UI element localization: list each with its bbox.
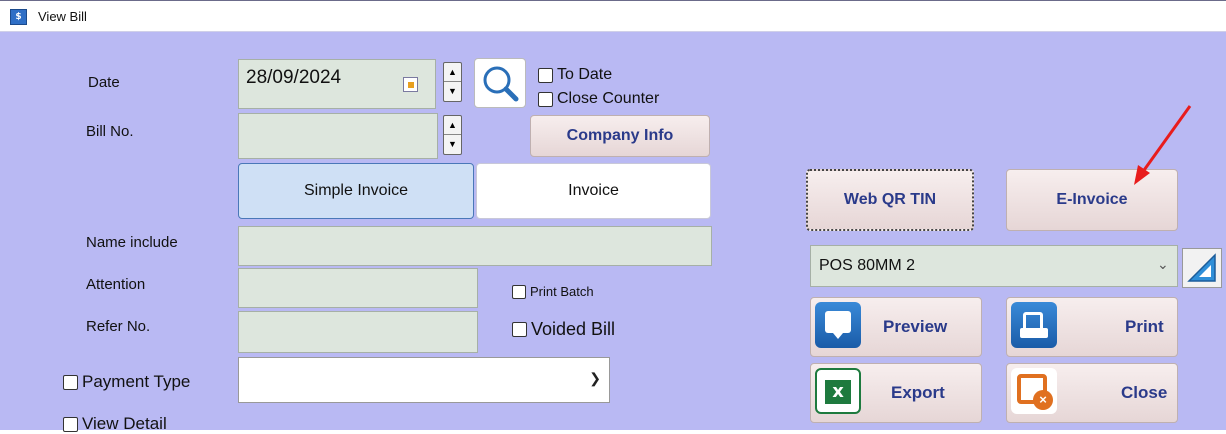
tab-invoice[interactable]: Invoice (476, 163, 711, 219)
export-button[interactable]: x Export (810, 363, 982, 423)
voided-bill-label: Voided Bill (531, 319, 616, 339)
refer-no-label: Refer No. (86, 318, 151, 335)
chevron-down-icon[interactable]: ❯ (589, 370, 601, 387)
chevron-up-icon[interactable]: ▲ (444, 63, 461, 82)
view-detail-label: View Detail (82, 414, 167, 433)
export-label: Export (891, 383, 945, 402)
name-include-input[interactable] (238, 226, 712, 266)
red-arrow-annotation (1134, 105, 1192, 185)
bill-no-spinner[interactable]: ▲ ▼ (443, 115, 462, 155)
bill-icon: $ (10, 9, 27, 25)
chevron-up-icon[interactable]: ▲ (444, 116, 461, 135)
view-bill-window: $ View Bill Date 28/09/2024 ▲ ▼ To Date … (0, 0, 1226, 433)
refer-no-input[interactable] (238, 311, 478, 353)
web-qr-tin-button[interactable]: Web QR TIN (806, 169, 974, 231)
close-icon: × (1011, 368, 1057, 414)
chevron-down-icon[interactable]: ▼ (444, 82, 461, 101)
chevron-down-icon[interactable]: ⌄ (1157, 256, 1169, 273)
date-value: 28/09/2024 (246, 67, 342, 88)
preview-button[interactable]: Preview (810, 297, 982, 357)
to-date-label: To Date (557, 66, 613, 83)
excel-icon: x (815, 368, 861, 414)
set-square-icon (1187, 253, 1216, 282)
checkbox-box[interactable] (63, 374, 78, 390)
close-counter-label: Close Counter (557, 90, 660, 107)
printer-icon (1011, 302, 1057, 348)
print-label: Print (1125, 317, 1164, 336)
printer-select-value: POS 80MM 2 (819, 257, 916, 274)
print-button[interactable]: Print (1006, 297, 1178, 357)
checkbox-box[interactable] (63, 416, 78, 432)
view-detail-checkbox[interactable]: View Detail (63, 414, 167, 434)
company-info-button[interactable]: Company Info (530, 115, 710, 157)
printer-setup-button[interactable] (1182, 248, 1222, 288)
voided-bill-checkbox[interactable]: Voided Bill (512, 319, 615, 340)
printer-select[interactable]: POS 80MM 2 ⌄ (810, 245, 1178, 287)
close-button[interactable]: × Close (1006, 363, 1178, 423)
close-counter-checkbox[interactable]: Close Counter (538, 90, 659, 108)
print-batch-label: Print Batch (530, 284, 594, 299)
date-input[interactable]: 28/09/2024 (238, 59, 436, 109)
checkbox-box[interactable] (538, 91, 553, 107)
payment-type-checkbox[interactable]: Payment Type (63, 372, 190, 392)
calendar-icon[interactable] (403, 77, 418, 92)
tab-simple-invoice[interactable]: Simple Invoice (238, 163, 474, 219)
name-include-label: Name include (86, 234, 178, 251)
checkbox-box[interactable] (512, 284, 526, 299)
close-label: Close (1121, 383, 1168, 402)
checkbox-box[interactable] (538, 67, 553, 83)
bill-no-label: Bill No. (86, 123, 134, 140)
print-batch-checkbox[interactable]: Print Batch (512, 284, 594, 299)
search-button[interactable] (474, 58, 526, 108)
preview-icon (815, 302, 861, 348)
bill-no-input[interactable] (238, 113, 438, 159)
date-label: Date (88, 74, 120, 91)
to-date-checkbox[interactable]: To Date (538, 66, 612, 84)
window-title: View Bill (38, 9, 87, 24)
attention-label: Attention (86, 276, 146, 293)
payment-type-select[interactable]: ❯ (238, 357, 610, 403)
payment-type-label: Payment Type (82, 372, 191, 391)
chevron-down-icon[interactable]: ▼ (444, 135, 461, 154)
title-bar: $ View Bill (0, 1, 1226, 32)
search-icon (483, 66, 519, 102)
date-spinner[interactable]: ▲ ▼ (443, 62, 462, 102)
attention-input[interactable] (238, 268, 478, 308)
preview-label: Preview (883, 317, 948, 336)
checkbox-box[interactable] (512, 322, 527, 337)
